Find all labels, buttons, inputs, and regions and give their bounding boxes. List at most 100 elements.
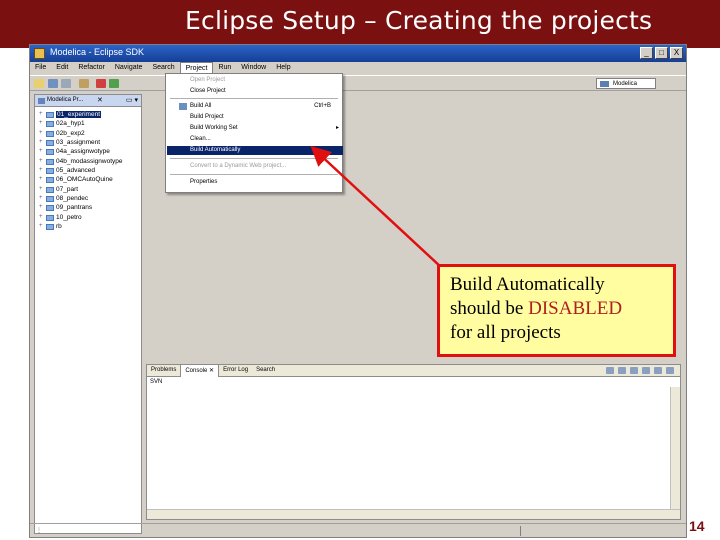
search-icon[interactable] bbox=[96, 79, 106, 88]
menu-item-open-project[interactable]: Open Project bbox=[167, 76, 343, 85]
tab-problems[interactable]: Problems bbox=[147, 365, 180, 377]
menu-navigate[interactable]: Navigate bbox=[110, 62, 148, 75]
menu-separator bbox=[170, 98, 338, 99]
menu-shortcut: Ctrl+B bbox=[314, 103, 331, 109]
main-toolbar: Modelica bbox=[30, 75, 686, 91]
explorer-view-buttons[interactable]: ▭ ▾ bbox=[126, 95, 138, 106]
status-bar: ⋮ bbox=[30, 523, 686, 537]
tree-item[interactable]: +03_assignment bbox=[39, 138, 123, 147]
tree-item[interactable]: +02b_exp2 bbox=[39, 129, 123, 138]
folder-icon bbox=[46, 205, 54, 212]
tree-item[interactable]: +09_pantrans bbox=[39, 203, 123, 212]
menu-item-label: Close Project bbox=[190, 88, 226, 94]
save-icon[interactable] bbox=[48, 79, 58, 88]
expand-icon[interactable]: + bbox=[39, 166, 45, 175]
tree-item[interactable]: + rb bbox=[39, 222, 123, 231]
print-icon[interactable] bbox=[61, 79, 71, 88]
open-console-icon[interactable] bbox=[654, 367, 662, 374]
display-console-icon[interactable] bbox=[642, 367, 650, 374]
minimize-button[interactable]: _ bbox=[640, 47, 653, 59]
menu-item-label: Build Automatically bbox=[190, 147, 241, 153]
perspective-icon bbox=[600, 81, 609, 87]
menu-item-properties[interactable]: Properties bbox=[167, 178, 343, 187]
tree-item[interactable]: +04b_modassignwotype bbox=[39, 157, 123, 166]
callout-disabled-word: DISABLED bbox=[528, 298, 623, 319]
tree-item-label: 02a_hyp1 bbox=[56, 120, 85, 128]
tree-item-label: rb bbox=[56, 223, 62, 231]
expand-icon[interactable]: + bbox=[39, 147, 45, 156]
folder-icon bbox=[46, 121, 54, 128]
maximize-button[interactable]: □ bbox=[655, 47, 668, 59]
expand-icon[interactable]: + bbox=[39, 203, 45, 212]
expand-icon[interactable]: + bbox=[39, 194, 45, 203]
run-icon[interactable] bbox=[109, 79, 119, 88]
tree-item[interactable]: +02a_hyp1 bbox=[39, 119, 123, 128]
close-icon[interactable]: ✕ bbox=[97, 95, 103, 106]
tree-item[interactable]: +08_pendec bbox=[39, 194, 123, 203]
menu-item-convert-to-a-dynamic-web-project[interactable]: Convert to a Dynamic Web project... bbox=[167, 162, 343, 171]
explorer-tab[interactable]: Modelica Pr... ✕ ▭ ▾ bbox=[35, 95, 141, 107]
menu-item-clean[interactable]: Clean... bbox=[167, 135, 343, 144]
menu-item-label: Build All bbox=[190, 103, 212, 109]
project-tree: +01_experiment +02a_hyp1 +02b_exp2 +03_assi… bbox=[39, 110, 123, 231]
folder-icon bbox=[46, 186, 54, 193]
menu-item-label: Convert to a Dynamic Web project... bbox=[190, 163, 287, 169]
console-vertical-scrollbar[interactable] bbox=[670, 387, 680, 509]
folder-icon bbox=[46, 112, 54, 118]
perspective-switcher[interactable]: Modelica bbox=[596, 78, 656, 89]
folder-icon bbox=[46, 196, 54, 203]
status-grip-icon: ⋮ bbox=[36, 528, 42, 534]
console-toolbar bbox=[606, 367, 674, 374]
menu-item-close-project[interactable]: Close Project bbox=[167, 87, 343, 96]
expand-icon[interactable]: + bbox=[39, 175, 45, 184]
menu-item-build-all[interactable]: Build All Ctrl+B bbox=[167, 102, 343, 111]
pin-console-icon[interactable] bbox=[630, 367, 638, 374]
tree-item[interactable]: +06_OMCAutoQuine bbox=[39, 175, 123, 184]
console-horizontal-scrollbar[interactable] bbox=[147, 509, 680, 519]
expand-icon[interactable]: + bbox=[39, 213, 45, 222]
tree-item[interactable]: +05_advanced bbox=[39, 166, 123, 175]
submenu-arrow-icon: ▸ bbox=[335, 125, 339, 131]
menu-item-label: Properties bbox=[190, 179, 218, 185]
tab-console[interactable]: Console ✕ bbox=[180, 365, 220, 377]
callout-line-1: Build Automatically bbox=[450, 274, 605, 295]
tab-error-log[interactable]: Error Log bbox=[219, 365, 252, 377]
menu-item-build-automatically[interactable]: Build Automatically bbox=[167, 146, 343, 155]
close-button[interactable]: X bbox=[670, 47, 683, 59]
menu-file[interactable]: File bbox=[30, 62, 51, 75]
expand-icon[interactable]: + bbox=[39, 129, 45, 138]
clear-console-icon[interactable] bbox=[606, 367, 614, 374]
menu-refactor[interactable]: Refactor bbox=[73, 62, 109, 75]
new-icon[interactable] bbox=[34, 79, 44, 88]
slide-title: Eclipse Setup – Creating the projects bbox=[185, 6, 653, 35]
expand-icon[interactable]: + bbox=[39, 110, 45, 119]
open-type-icon[interactable] bbox=[79, 79, 89, 88]
expand-icon[interactable]: + bbox=[39, 138, 45, 147]
console-label: SVN bbox=[150, 379, 163, 385]
expand-icon[interactable]: + bbox=[39, 222, 45, 231]
menu-edit[interactable]: Edit bbox=[51, 62, 73, 75]
folder-icon bbox=[46, 158, 54, 165]
folder-icon bbox=[46, 177, 54, 184]
tree-item-label: 03_assignment bbox=[56, 139, 101, 147]
tree-item[interactable]: +07_part bbox=[39, 185, 123, 194]
tree-item-label: 09_pantrans bbox=[56, 204, 93, 212]
expand-icon[interactable]: + bbox=[39, 119, 45, 128]
scroll-lock-icon[interactable] bbox=[618, 367, 626, 374]
menu-separator bbox=[170, 158, 338, 159]
status-separator bbox=[520, 526, 521, 536]
folder-icon bbox=[46, 214, 54, 221]
callout-note: Build Automatically should be DISABLED f… bbox=[437, 264, 676, 357]
minimize-view-icon[interactable] bbox=[666, 367, 674, 374]
tree-item[interactable]: +01_experiment bbox=[39, 110, 123, 119]
slide-header: Eclipse Setup – Creating the projects bbox=[0, 0, 720, 48]
tree-item[interactable]: +04a_assignwotype bbox=[39, 147, 123, 156]
tree-item[interactable]: +10_petro bbox=[39, 213, 123, 222]
tab-search[interactable]: Search bbox=[252, 365, 279, 377]
window-titlebar[interactable]: Modelica - Eclipse SDK _ □ X bbox=[30, 45, 686, 62]
menu-item-build-working-set[interactable]: Build Working Set ▸ bbox=[167, 124, 343, 133]
expand-icon[interactable]: + bbox=[39, 185, 45, 194]
window-controls: _ □ X bbox=[640, 47, 683, 59]
expand-icon[interactable]: + bbox=[39, 157, 45, 166]
menu-item-build-project[interactable]: Build Project bbox=[167, 113, 343, 122]
